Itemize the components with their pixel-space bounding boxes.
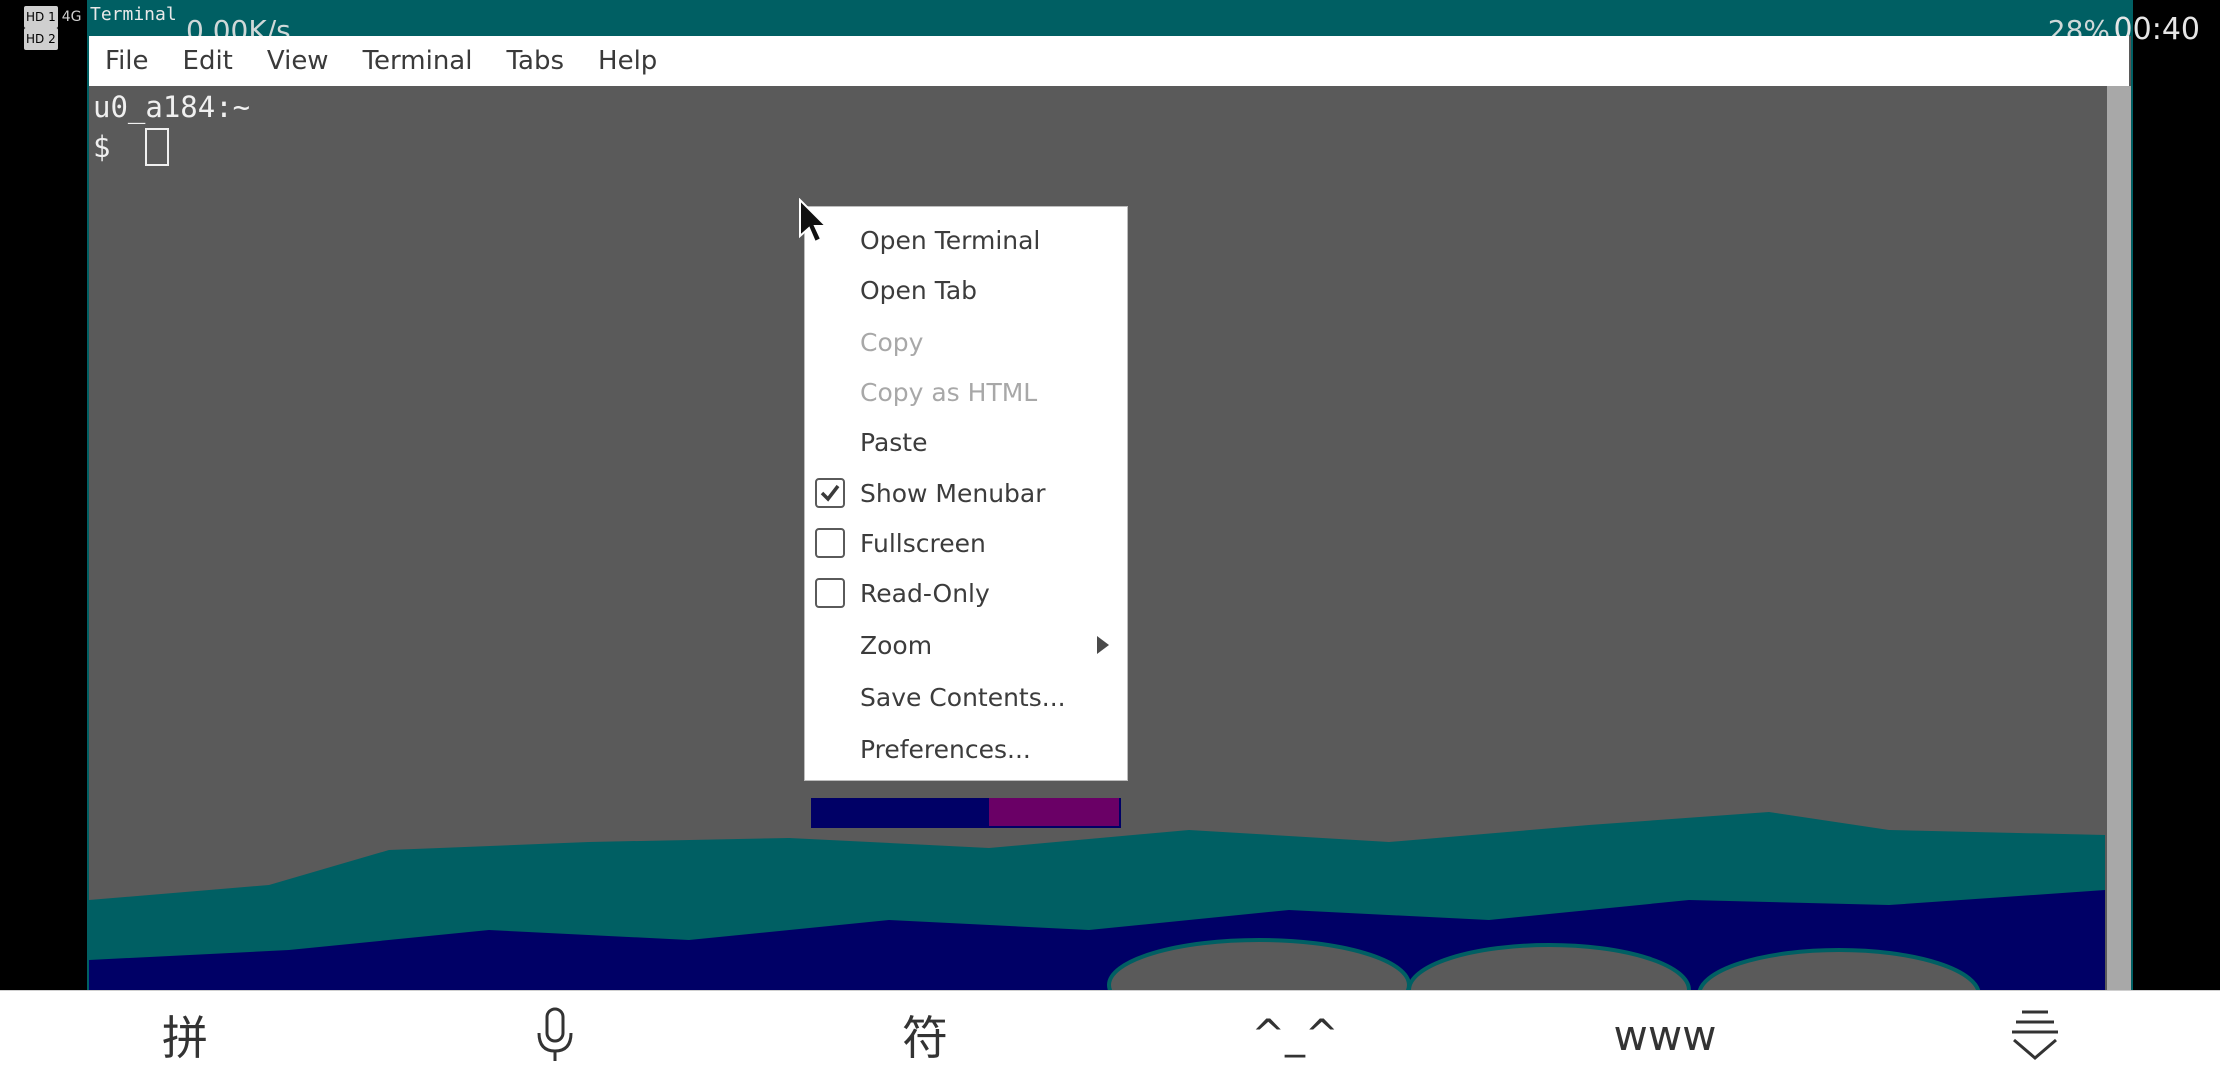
www-icon: www: [1613, 1010, 1717, 1060]
wallpaper-landscape: [89, 798, 2105, 990]
menu-item-preferences[interactable]: Preferences...: [805, 724, 1127, 774]
screen: HD 1 4G HD 2 0.00K/s 28% 00:40 Terminal F…: [0, 0, 2220, 1080]
menu-item-label: Show Menubar: [860, 478, 1046, 508]
hide-keyboard-icon: [2012, 1010, 2058, 1060]
scrollbar[interactable]: [2107, 86, 2131, 990]
terminal-user-line: u0_a184:~: [93, 90, 251, 124]
context-menu: Open Terminal Open Tab Copy Copy as HTML…: [804, 206, 1128, 781]
emoticon-key[interactable]: ^_^: [1220, 991, 1370, 1079]
menu-item-save-contents[interactable]: Save Contents...: [805, 672, 1127, 722]
window-title: Terminal: [90, 4, 177, 25]
checkbox-checked-icon[interactable]: [815, 478, 845, 508]
microphone-icon: [537, 1007, 573, 1061]
checkbox-unchecked-icon[interactable]: [815, 578, 845, 608]
pinyin-key[interactable]: 拼: [110, 991, 260, 1079]
menu-view[interactable]: View: [267, 46, 329, 76]
menu-item-label: Open Tab: [860, 275, 978, 305]
www-key[interactable]: www: [1590, 991, 1740, 1079]
text-cursor: [145, 128, 169, 166]
hide-keyboard-key[interactable]: [1960, 991, 2110, 1079]
menu-item-open-tab[interactable]: Open Tab: [805, 265, 1127, 315]
sim2-badge: HD 2: [24, 28, 58, 50]
menu-help[interactable]: Help: [598, 46, 657, 76]
menu-item-label: Zoom: [860, 630, 933, 660]
status-left: HD 1 4G HD 2: [24, 6, 81, 50]
menu-item-zoom[interactable]: Zoom: [805, 620, 1127, 670]
menu-item-fullscreen[interactable]: Fullscreen: [805, 518, 1127, 568]
menubar: File Edit View Terminal Tabs Help: [89, 36, 2129, 86]
menu-item-label: Fullscreen: [860, 528, 986, 558]
menu-item-paste[interactable]: Paste: [805, 417, 1127, 467]
menu-item-label: Save Contents...: [860, 682, 1066, 712]
menu-item-label: Copy: [860, 327, 924, 357]
menu-item-label: Preferences...: [860, 734, 1031, 764]
menu-file[interactable]: File: [105, 46, 149, 76]
submenu-arrow-icon: [1097, 636, 1109, 654]
menu-item-label: Paste: [860, 427, 928, 457]
menu-item-copy-as-html: Copy as HTML: [805, 367, 1127, 417]
menu-item-read-only[interactable]: Read-Only: [805, 568, 1127, 618]
menu-tabs[interactable]: Tabs: [506, 46, 564, 76]
ime-toolbar: 拼 符 ^_^ www: [0, 990, 2220, 1080]
menu-terminal[interactable]: Terminal: [363, 46, 473, 76]
symbol-icon: 符: [902, 1011, 948, 1065]
terminal-prompt: $: [93, 130, 111, 164]
menu-item-label: Open Terminal: [860, 225, 1041, 255]
emoticon-icon: ^_^: [1251, 1012, 1339, 1058]
network-badge: 4G: [61, 9, 82, 25]
microphone-key[interactable]: [480, 991, 630, 1079]
menu-item-open-terminal[interactable]: Open Terminal: [805, 215, 1127, 265]
pinyin-icon: 拼: [162, 1011, 208, 1065]
menu-item-copy: Copy: [805, 317, 1127, 367]
sim1-badge: HD 1: [24, 6, 58, 28]
menu-item-label: Copy as HTML: [860, 377, 1038, 407]
mouse-pointer-icon: [799, 198, 828, 244]
checkbox-unchecked-icon[interactable]: [815, 528, 845, 558]
symbol-key[interactable]: 符: [850, 991, 1000, 1079]
menu-item-label: Read-Only: [860, 578, 990, 608]
menu-item-show-menubar[interactable]: Show Menubar: [805, 468, 1127, 518]
menu-edit[interactable]: Edit: [183, 46, 233, 76]
